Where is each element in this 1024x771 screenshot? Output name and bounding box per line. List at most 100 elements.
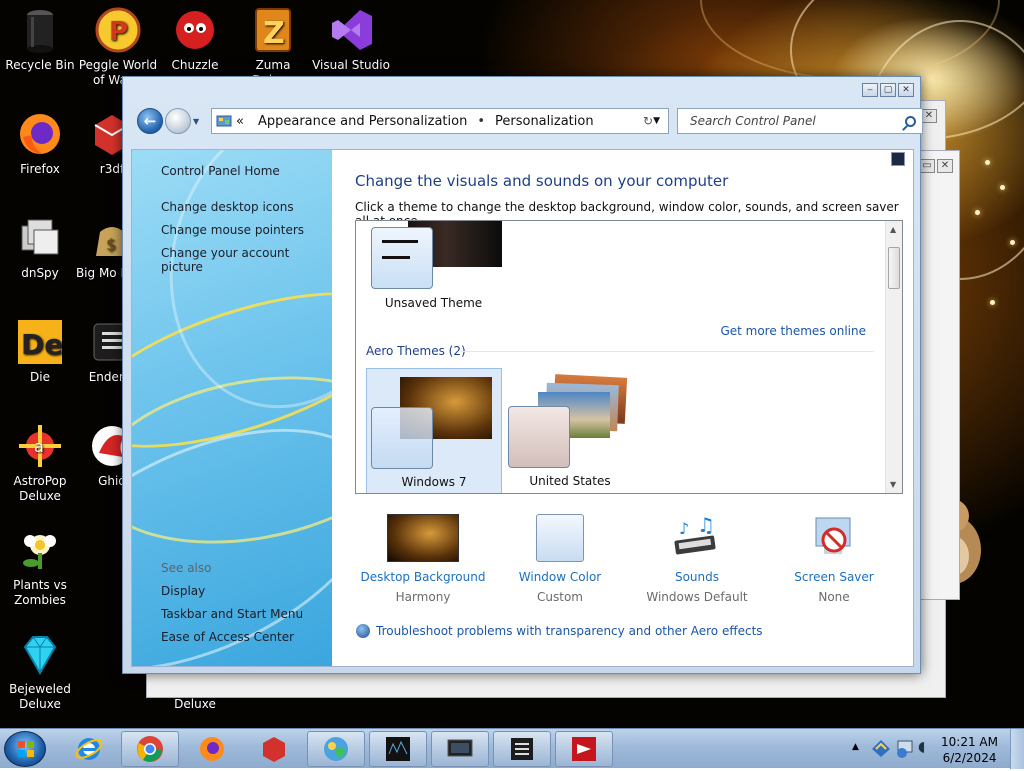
personalization-window[interactable]: ‒ ▢ ✕ ← ▼ « Appearance and Personalizati… <box>122 76 923 674</box>
taskbar-chrome[interactable] <box>121 731 179 767</box>
svg-text:$: $ <box>106 235 116 254</box>
scroll-up-icon[interactable]: ▲ <box>890 225 896 234</box>
screen-saver-label[interactable]: Screen Saver <box>769 570 899 584</box>
breadcrumb-separator-icon[interactable]: • <box>477 114 485 129</box>
taskbar-app-red[interactable] <box>555 731 613 767</box>
show-hidden-icons-icon[interactable]: ▲ <box>852 742 859 752</box>
wallpaper-sparkle <box>990 300 995 305</box>
desktop-background-label[interactable]: Desktop Background <box>358 570 488 584</box>
troubleshoot-icon <box>356 624 370 638</box>
maximize-icon[interactable]: ▢ <box>880 83 896 97</box>
network-icon[interactable] <box>894 737 916 762</box>
window-color-setting[interactable]: Window Color Custom <box>495 514 625 604</box>
search-icon[interactable] <box>905 115 916 127</box>
taskbar-console[interactable] <box>493 731 551 767</box>
desktop-icon-dnspy[interactable]: dnSpy <box>0 214 80 281</box>
get-more-themes-link[interactable]: Get more themes online <box>720 324 866 338</box>
taskbar-start-menu-link[interactable]: Taskbar and Start Menu <box>161 607 303 621</box>
page-title: Change the visuals and sounds on your co… <box>355 172 729 190</box>
internet-explorer-icon <box>75 738 103 760</box>
close-icon[interactable]: ✕ <box>898 83 914 97</box>
search-placeholder: Search Control Panel <box>690 114 816 128</box>
desktop-icon-deluxe[interactable]: Deluxe <box>155 697 235 712</box>
start-button[interactable] <box>4 731 46 767</box>
troubleshoot-link[interactable]: Troubleshoot problems with transparency … <box>376 624 763 638</box>
desktop-icon-pvz[interactable]: Plants vs Zombies <box>0 526 80 608</box>
see-also-heading: See also <box>161 561 212 575</box>
chrome-icon <box>137 736 163 762</box>
screen-saver-setting[interactable]: Screen Saver None <box>769 514 899 604</box>
desktop-icon-visual-studio[interactable]: Visual Studio <box>311 6 391 73</box>
taskbar-dnspy[interactable] <box>369 731 427 767</box>
change-desktop-icons-link[interactable]: Change desktop icons <box>161 200 294 214</box>
united-states-theme-label: United States <box>529 474 611 488</box>
action-center-icon[interactable] <box>870 737 892 762</box>
desktop-icon-recycle-bin[interactable]: Recycle Bin <box>0 6 80 73</box>
minimize-icon[interactable]: ▭ <box>919 159 935 173</box>
forward-button[interactable] <box>165 108 191 134</box>
ease-of-access-link[interactable]: Ease of Access Center <box>161 630 294 644</box>
peggle-icon: P <box>94 6 142 54</box>
taskbar-control-panel[interactable] <box>307 731 365 767</box>
scroll-thumb[interactable] <box>888 247 900 289</box>
search-input[interactable]: Search Control Panel <box>677 108 923 134</box>
svg-text:De: De <box>21 328 63 361</box>
taskbar-firefox[interactable] <box>183 731 241 767</box>
dnspy-icon <box>16 214 64 262</box>
clock[interactable]: 10:21 AM 6/2/2024 <box>941 734 998 766</box>
control-panel-home-link[interactable]: Control Panel Home <box>161 164 280 178</box>
windows-logo-icon <box>18 741 34 757</box>
zuma-icon: Z <box>249 6 297 54</box>
wallpaper-sparkle <box>1010 240 1015 245</box>
unsaved-theme-tile[interactable]: Unsaved Theme <box>366 221 506 313</box>
close-icon[interactable]: ✕ <box>937 159 953 173</box>
desktop-icon-chuzzle[interactable]: Chuzzle <box>155 6 235 73</box>
theme-list-scrollbar[interactable]: ▲ ▼ <box>885 221 902 493</box>
back-button[interactable]: ← <box>137 108 163 134</box>
breadcrumb-overflow-icon[interactable]: « <box>236 114 244 129</box>
display-link[interactable]: Display <box>161 584 205 598</box>
desktop-icon-astropop[interactable]: a AstroPop Deluxe <box>0 422 80 504</box>
breadcrumb[interactable]: « Appearance and Personalization • Perso… <box>211 108 669 134</box>
volume-icon[interactable]: ◖ <box>918 739 925 755</box>
desktop-icon-label: AstroPop Deluxe <box>13 474 67 503</box>
desktop-icon-label: Visual Studio <box>312 58 390 72</box>
windows-7-theme-tile[interactable]: Windows 7 <box>366 368 502 493</box>
desktop-background-setting[interactable]: Desktop Background Harmony <box>358 514 488 604</box>
taskbar-internet-explorer[interactable] <box>60 731 118 767</box>
svg-text:♫: ♫ <box>697 514 715 537</box>
wallpaper-sparkle <box>1000 185 1005 190</box>
taskbar-r3df[interactable] <box>245 731 303 767</box>
desktop-icon-firefox[interactable]: Firefox <box>0 110 80 177</box>
refresh-icon[interactable]: ↻ <box>643 114 653 128</box>
recent-pages-dropdown-icon[interactable]: ▼ <box>193 117 199 126</box>
address-dropdown-icon[interactable]: ▼ <box>653 116 660 126</box>
scroll-down-icon[interactable]: ▼ <box>890 480 896 489</box>
theme-list[interactable]: Unsaved Theme Get more themes online Aer… <box>355 220 903 494</box>
troubleshoot-row[interactable]: Troubleshoot problems with transparency … <box>356 624 763 638</box>
visual-studio-icon <box>327 6 375 54</box>
minimize-icon[interactable]: ‒ <box>862 83 878 97</box>
breadcrumb-item-appearance[interactable]: Appearance and Personalization <box>258 114 467 129</box>
window-color-label[interactable]: Window Color <box>495 570 625 584</box>
dnspy-taskbar-icon <box>386 737 410 761</box>
close-icon[interactable]: ✕ <box>921 109 937 123</box>
app-red-icon <box>572 737 596 761</box>
change-account-picture-link[interactable]: Change your account picture <box>161 246 332 274</box>
taskbar-display[interactable] <box>431 731 489 767</box>
desktop-icon-bejeweled[interactable]: Bejeweled Deluxe <box>0 630 80 712</box>
desktop-icon-die[interactable]: De Die <box>0 318 80 385</box>
sounds-label[interactable]: Sounds <box>632 570 762 584</box>
firefox-icon <box>200 737 224 761</box>
screen-saver-value: None <box>818 590 850 604</box>
change-mouse-pointers-link[interactable]: Change mouse pointers <box>161 223 304 237</box>
breadcrumb-item-personalization[interactable]: Personalization <box>495 114 594 129</box>
clock-time: 10:21 AM <box>941 735 998 749</box>
desktop-icon-label: Plants vs Zombies <box>13 578 67 607</box>
desktop-icon-label: Bejeweled Deluxe <box>9 682 71 711</box>
sounds-icon: ♪ ♫ <box>671 513 723 562</box>
help-icon[interactable] <box>891 152 905 166</box>
sounds-setting[interactable]: ♪ ♫ Sounds Windows Default <box>632 513 762 604</box>
show-desktop-button[interactable] <box>1010 729 1024 769</box>
united-states-theme-tile[interactable]: United States <box>504 368 640 493</box>
